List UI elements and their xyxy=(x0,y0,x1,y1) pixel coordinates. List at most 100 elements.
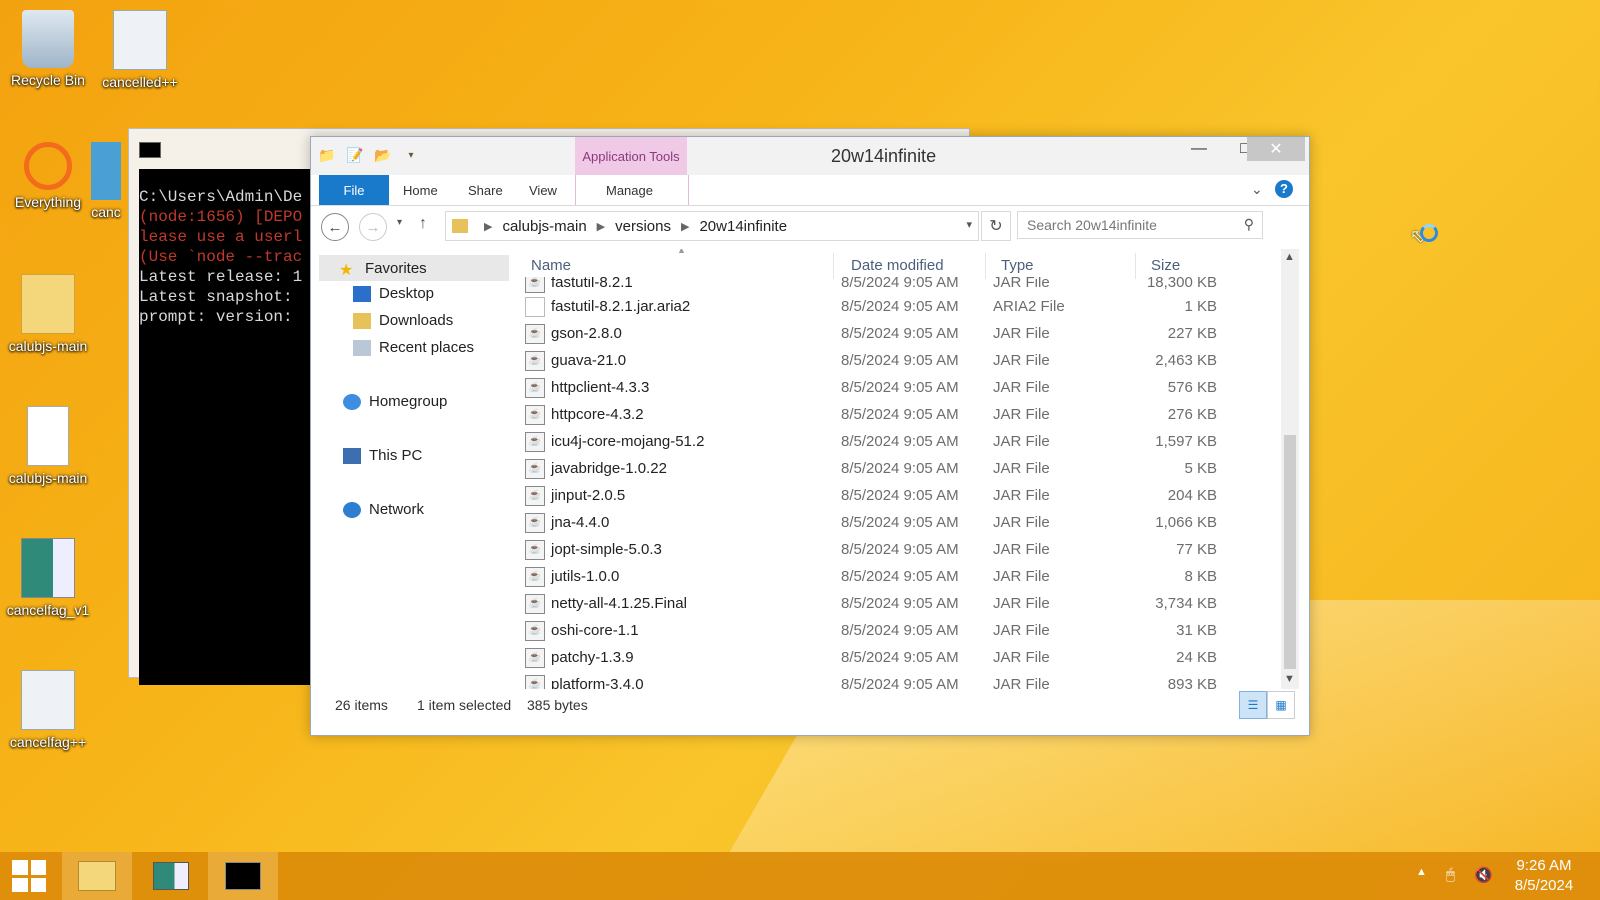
file-size: 24 KB xyxy=(1176,649,1217,666)
file-size: 276 KB xyxy=(1167,406,1217,423)
breadcrumb-versions[interactable]: versions xyxy=(615,218,671,235)
desktop-icon-recycle-bin[interactable]: Recycle Bin xyxy=(0,4,96,88)
column-header-size[interactable]: Size xyxy=(1151,253,1180,277)
desktop-icon-everything[interactable]: Everything xyxy=(0,136,96,210)
file-list[interactable]: Name ▲ Date modified Type Size ☕ fastuti… xyxy=(521,249,1265,689)
nav-downloads[interactable]: Downloads xyxy=(353,312,453,329)
nav-favorites[interactable]: ★ Favorites xyxy=(319,255,509,281)
table-row[interactable]: ☕ javabridge-1.0.22 8/5/2024 9:05 AM JAR… xyxy=(521,455,1261,482)
taskbar-command-prompt[interactable] xyxy=(208,852,278,900)
new-folder-icon[interactable]: 📂 xyxy=(373,145,393,165)
properties-icon[interactable]: 📝 xyxy=(345,145,365,165)
table-row[interactable]: ☕ guava-21.0 8/5/2024 9:05 AM JAR File 2… xyxy=(521,347,1261,374)
file-size: 1,597 KB xyxy=(1155,433,1217,450)
vertical-scrollbar[interactable]: ▲ ▼ xyxy=(1281,249,1299,689)
desktop-icon-canc[interactable]: canc xyxy=(84,136,128,220)
table-row[interactable]: ☕ patchy-1.3.9 8/5/2024 9:05 AM JAR File… xyxy=(521,644,1261,671)
show-hidden-icons-icon[interactable]: ▲ xyxy=(1416,866,1427,878)
breadcrumb-calubjs-main[interactable]: calubjs-main xyxy=(502,218,586,235)
volume-muted-icon[interactable]: 🔇 xyxy=(1474,866,1493,884)
close-button[interactable]: ✕ xyxy=(1247,137,1305,161)
tab-file[interactable]: File xyxy=(319,175,389,205)
table-row[interactable]: ☕ httpcore-4.3.2 8/5/2024 9:05 AM JAR Fi… xyxy=(521,401,1261,428)
network-status-icon[interactable]: 🖱 xyxy=(1446,866,1455,883)
column-divider[interactable] xyxy=(985,253,986,279)
table-row[interactable]: ☕ oshi-core-1.1 8/5/2024 9:05 AM JAR Fil… xyxy=(521,617,1261,644)
navigation-pane: ★ Favorites Desktop Downloads Recent pla… xyxy=(311,249,511,689)
forward-button[interactable]: → xyxy=(359,213,387,241)
file-date: 8/5/2024 9:05 AM xyxy=(841,487,959,504)
help-icon[interactable]: ? xyxy=(1275,180,1293,198)
tab-home[interactable]: Home xyxy=(403,175,438,205)
clock[interactable]: 9:26 AM 8/5/2024 xyxy=(1494,856,1594,896)
breadcrumb-separator-icon[interactable]: ▶ xyxy=(681,220,689,233)
search-icon[interactable]: ⚲ xyxy=(1244,216,1254,233)
scroll-up-icon[interactable]: ▲ xyxy=(1284,251,1295,263)
address-bar[interactable]: ▶ calubjs-main ▶ versions ▶ 20w14infinit… xyxy=(445,211,979,241)
column-divider[interactable] xyxy=(1135,253,1136,279)
desktop-icon-calubjs-folder[interactable]: calubjs-main xyxy=(0,268,96,354)
table-row[interactable]: ☕ jna-4.4.0 8/5/2024 9:05 AM JAR File 1,… xyxy=(521,509,1261,536)
tab-view[interactable]: View xyxy=(529,175,557,205)
downloads-icon xyxy=(353,312,371,329)
details-view-icon[interactable]: ☰ xyxy=(1239,691,1267,719)
search-box[interactable]: Search 20w14infinite ⚲ xyxy=(1017,211,1263,239)
chevron-down-icon[interactable]: ▾ xyxy=(401,145,421,165)
file-size: 1 KB xyxy=(1184,298,1217,315)
desktop-icon-cancelfag-v1[interactable]: cancelfag_v1 xyxy=(0,532,96,618)
column-header-name[interactable]: Name xyxy=(531,253,571,277)
file-size: 227 KB xyxy=(1167,325,1217,342)
nav-homegroup[interactable]: Homegroup xyxy=(343,393,447,410)
jar-file-icon: ☕ xyxy=(525,378,545,398)
table-row[interactable]: fastutil-8.2.1.jar.aria2 8/5/2024 9:05 A… xyxy=(521,293,1261,320)
tab-manage[interactable]: Manage xyxy=(606,175,653,205)
start-button[interactable] xyxy=(12,860,46,892)
large-icons-view-icon[interactable]: ▦ xyxy=(1267,691,1295,719)
minimize-button[interactable]: — xyxy=(1177,137,1221,161)
file-type: JAR File xyxy=(993,379,1050,396)
column-divider[interactable] xyxy=(833,253,834,279)
file-name: platform-3.4.0 xyxy=(551,676,644,689)
expand-ribbon-icon[interactable]: ⌄ xyxy=(1251,181,1263,198)
desktop-icon-cancelled[interactable]: cancelled++ xyxy=(92,4,188,90)
column-header-type[interactable]: Type xyxy=(1001,253,1034,277)
tab-share[interactable]: Share xyxy=(468,175,503,205)
desktop-icon-cancelfag[interactable]: cancelfag++ xyxy=(0,664,96,750)
scrollbar-thumb[interactable] xyxy=(1284,435,1296,669)
scroll-down-icon[interactable]: ▼ xyxy=(1284,673,1295,685)
nav-network[interactable]: Network xyxy=(343,501,424,518)
table-row[interactable]: ☕ netty-all-4.1.25.Final 8/5/2024 9:05 A… xyxy=(521,590,1261,617)
back-button[interactable]: ← xyxy=(321,213,349,241)
folder-icon[interactable]: 📁 xyxy=(317,145,337,165)
address-dropdown-icon[interactable]: ▾ xyxy=(966,218,972,231)
table-row[interactable]: ☕ jinput-2.0.5 8/5/2024 9:05 AM JAR File… xyxy=(521,482,1261,509)
table-row[interactable]: ☕ jopt-simple-5.0.3 8/5/2024 9:05 AM JAR… xyxy=(521,536,1261,563)
column-header-date[interactable]: Date modified xyxy=(851,253,944,277)
desktop-icon-calubjs-file[interactable]: calubjs-main xyxy=(0,400,96,486)
nav-this-pc[interactable]: This PC xyxy=(343,447,422,464)
search-input[interactable]: Search 20w14infinite xyxy=(1027,217,1157,233)
table-row[interactable]: ☕ platform-3.4.0 8/5/2024 9:05 AM JAR Fi… xyxy=(521,671,1261,689)
breadcrumb-separator-icon[interactable]: ▶ xyxy=(597,220,605,233)
file-date: 8/5/2024 9:05 AM xyxy=(841,379,959,396)
breadcrumb-separator-icon[interactable]: ▶ xyxy=(484,220,492,233)
taskbar-app[interactable] xyxy=(136,852,206,900)
file-explorer-window[interactable]: 📁 📝 📂 ▾ Application Tools 20w14infinite … xyxy=(310,136,1310,736)
title-bar[interactable]: 📁 📝 📂 ▾ Application Tools 20w14infinite … xyxy=(311,137,1309,175)
nav-desktop[interactable]: Desktop xyxy=(353,285,434,302)
up-button[interactable]: ↑ xyxy=(419,215,427,233)
taskbar-file-explorer[interactable] xyxy=(62,852,132,900)
refresh-button[interactable]: ↻ xyxy=(981,211,1011,241)
windows-logo-icon xyxy=(12,860,28,875)
folder-icon xyxy=(78,861,116,891)
table-row[interactable]: ☕ httpclient-4.3.3 8/5/2024 9:05 AM JAR … xyxy=(521,374,1261,401)
console-output[interactable]: C:\Users\Admin\De (node:1656) [DEPO leas… xyxy=(139,169,339,685)
recent-locations-dropdown[interactable]: ▾ xyxy=(397,217,402,228)
breadcrumb-current[interactable]: 20w14infinite xyxy=(699,218,787,235)
table-row[interactable]: ☕ gson-2.8.0 8/5/2024 9:05 AM JAR File 2… xyxy=(521,320,1261,347)
file-size: 77 KB xyxy=(1176,541,1217,558)
table-row[interactable]: ☕ icu4j-core-mojang-51.2 8/5/2024 9:05 A… xyxy=(521,428,1261,455)
table-row[interactable]: ☕ jutils-1.0.0 8/5/2024 9:05 AM JAR File… xyxy=(521,563,1261,590)
file-size: 1,066 KB xyxy=(1155,514,1217,531)
nav-recent-places[interactable]: Recent places xyxy=(353,339,474,356)
